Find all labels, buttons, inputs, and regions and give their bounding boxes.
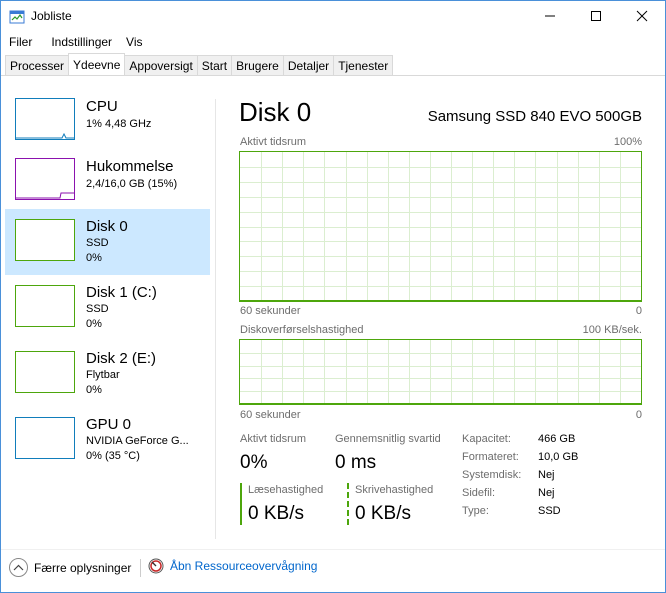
transfer-rate-graph-label: Diskoverførselshastighed [240,324,364,336]
sidebar-item-usage: 0% [86,252,102,264]
panel-divider [215,99,216,539]
open-resource-monitor-link[interactable]: Åbn Ressourceovervågning [148,558,317,574]
active-time-grid [240,152,641,301]
menu-file[interactable]: Filer [1,33,32,53]
sidebar-item-label: Disk 2 (E:) [86,350,157,367]
sidebar-item-label: Hukommelse [86,158,174,175]
footer-separator [140,559,141,577]
sidebar-item-detail: 2,4/16,0 GB (15%) [86,178,178,190]
transfer-rate-graph-min: 0 [635,409,642,421]
sidebar-item-label: Disk 0 [86,218,128,235]
disk2-thumbnail-graph [15,351,75,393]
transfer-rate-graph [239,339,642,405]
transfer-rate-grid [240,340,641,404]
sidebar-item-cpu[interactable]: CPU 1% 4,48 GHz [5,93,210,159]
tab-users[interactable]: Brugere [231,55,284,75]
fewer-details-button[interactable]: Færre oplysninger [9,558,131,577]
close-button[interactable] [619,1,665,31]
tab-startup[interactable]: Start [196,55,233,75]
close-icon [636,10,648,22]
sidebar-item-label: Disk 1 (C:) [86,284,157,301]
prop-systemdisk-label: Systemdisk: [462,469,522,481]
gpu-thumbnail-graph [15,417,75,459]
sidebar-item-detail: SSD [86,237,109,249]
write-speed-legend-bar [347,483,349,525]
maximize-button[interactable] [573,1,619,31]
tab-processes[interactable]: Processer [5,55,70,75]
active-time-graph-label: Aktivt tidsrum [240,136,307,148]
sidebar-item-detail: NVIDIA GeForce G... [86,435,189,447]
task-manager-window: Jobliste Filer Indstillinger Vis Process… [0,0,666,593]
response-time-label: Gennemsnitlig svartid [335,433,441,445]
menu-bar: Filer Indstillinger Vis [1,33,144,53]
sidebar-item-usage: 0% [86,318,102,330]
prop-pagefile-label: Sidefil: [462,487,496,499]
prop-formatted-value: 10,0 GB [538,451,579,463]
read-speed-label: Læsehastighed [248,484,324,496]
disk1-thumbnail-graph [15,285,75,327]
sidebar-item-disk-2[interactable]: Disk 2 (E:) Flytbar 0% [5,341,210,407]
tab-details[interactable]: Detaljer [282,55,335,75]
sidebar-item-usage: 0% (35 °C) [86,450,140,462]
sidebar-item-detail: 1% 4,48 GHz [86,118,152,130]
disk0-thumbnail-graph [15,219,75,261]
performance-sidebar: CPU 1% 4,48 GHz Hukommelse 2,4/16,0 GB (… [5,91,211,536]
sidebar-item-detail: Flytbar [86,369,120,381]
transfer-rate-graph-span: 60 sekunder [240,409,301,421]
prop-type-value: SSD [538,505,561,517]
sidebar-item-usage: 0% [86,384,102,396]
fewer-details-label: Færre oplysninger [34,560,132,575]
sidebar-item-disk-1[interactable]: Disk 1 (C:) SSD 0% [5,275,210,341]
active-time-graph-min: 0 [635,305,642,317]
sidebar-item-detail: SSD [86,303,109,315]
minimize-icon [545,15,555,17]
prop-type-label: Type: [462,505,489,517]
resource-monitor-label: Åbn Ressourceovervågning [170,559,318,573]
disk-model: Samsung SSD 840 EVO 500GB [427,108,642,125]
tab-app-history[interactable]: Appoversigt [124,55,198,75]
task-manager-icon [9,10,25,24]
response-time-value: 0 ms [335,452,377,473]
sidebar-item-label: GPU 0 [86,416,132,433]
tab-strip: Processer Ydeevne Appoversigt Start Brug… [5,53,394,76]
sidebar-item-label: CPU [86,98,118,115]
minimize-button[interactable] [527,1,573,31]
transfer-rate-graph-max: 100 KB/sek. [582,324,642,336]
prop-systemdisk-value: Nej [538,469,555,481]
sidebar-item-gpu-0[interactable]: GPU 0 NVIDIA GeForce G... 0% (35 °C) [5,407,210,473]
resource-monitor-icon [148,558,164,574]
menu-settings[interactable]: Indstillinger [33,33,112,53]
tab-performance[interactable]: Ydeevne [68,53,126,75]
active-time-graph-max: 100% [613,136,642,148]
active-time-label: Aktivt tidsrum [240,433,307,445]
maximize-icon [591,11,601,21]
prop-capacity-label: Kapacitet: [462,433,511,445]
write-speed-value: 0 KB/s [355,503,411,524]
page-title: Disk 0 [239,97,312,127]
prop-capacity-value: 466 GB [538,433,576,445]
active-time-graph-span: 60 sekunder [240,305,301,317]
window-title: Jobliste [31,9,72,23]
cpu-thumbnail-graph [15,98,75,140]
tab-divider [1,75,665,76]
active-time-value: 0% [240,452,268,473]
prop-formatted-label: Formateret: [462,451,519,463]
read-speed-legend-bar [240,483,242,525]
write-speed-label: Skrivehastighed [355,484,434,496]
footer-divider [1,549,665,550]
active-time-graph [239,151,642,302]
memory-thumbnail-graph [15,158,75,200]
chevron-up-icon [9,558,28,577]
sidebar-item-disk-0[interactable]: Disk 0 SSD 0% [5,209,210,275]
read-speed-value: 0 KB/s [248,503,304,524]
tab-services[interactable]: Tjenester [333,55,394,75]
title-bar[interactable]: Jobliste [1,1,665,33]
prop-pagefile-value: Nej [538,487,555,499]
menu-view[interactable]: Vis [113,33,142,53]
